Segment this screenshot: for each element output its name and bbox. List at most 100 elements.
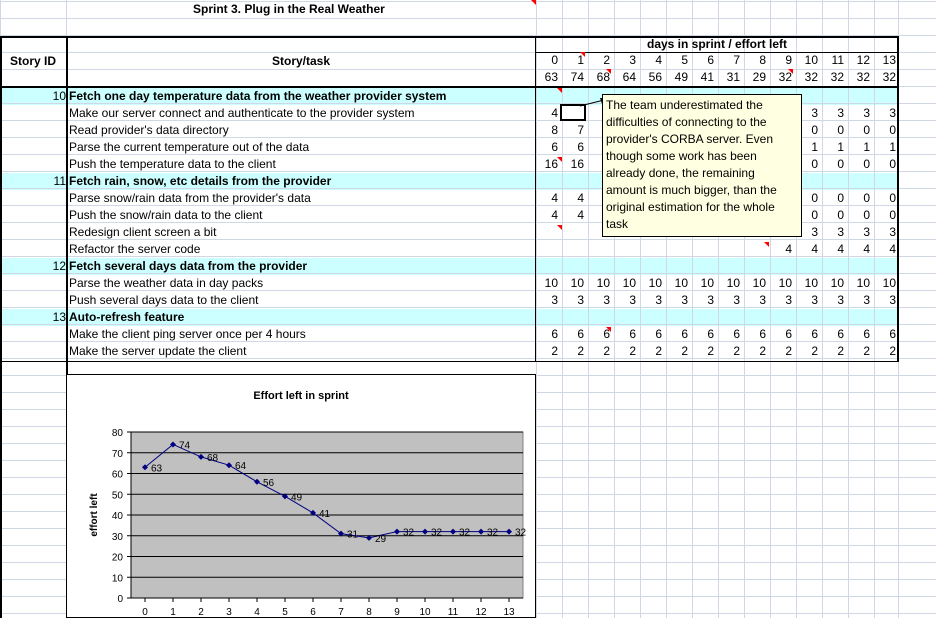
effort-cell[interactable]: 6 <box>744 326 766 343</box>
story-title[interactable]: Auto-refresh feature <box>69 309 184 326</box>
effort-cell[interactable]: 10 <box>536 275 558 292</box>
effort-cell[interactable]: 6 <box>562 139 584 156</box>
effort-cell[interactable]: 3 <box>874 105 896 122</box>
effort-cell[interactable]: 3 <box>770 292 792 309</box>
effort-cell[interactable]: 0 <box>822 190 844 207</box>
effort-cell[interactable]: 16 <box>562 156 584 173</box>
task-name[interactable]: Parse snow/rain data from the provider's… <box>69 190 311 207</box>
effort-cell[interactable]: 0 <box>848 190 870 207</box>
effort-cell[interactable]: 16 <box>536 156 558 173</box>
task-name[interactable]: Redesign client screen a bit <box>69 224 216 241</box>
effort-cell[interactable]: 3 <box>536 292 558 309</box>
effort-cell[interactable]: 2 <box>744 343 766 360</box>
effort-cell[interactable]: 10 <box>640 275 662 292</box>
effort-cell[interactable]: 6 <box>718 326 740 343</box>
effort-cell[interactable]: 4 <box>536 105 558 122</box>
effort-cell[interactable]: 4 <box>562 207 584 224</box>
effort-cell[interactable]: 10 <box>874 275 896 292</box>
effort-cell[interactable]: 7 <box>562 122 584 139</box>
effort-cell[interactable]: 10 <box>692 275 714 292</box>
effort-cell[interactable]: 2 <box>562 343 584 360</box>
story-title[interactable]: Fetch one day temperature data from the … <box>69 88 446 105</box>
effort-cell[interactable]: 6 <box>822 326 844 343</box>
effort-cell[interactable]: 10 <box>614 275 636 292</box>
effort-cell[interactable]: 2 <box>822 343 844 360</box>
effort-cell[interactable]: 6 <box>640 326 662 343</box>
effort-cell[interactable]: 4 <box>536 207 558 224</box>
effort-cell[interactable]: 2 <box>588 343 610 360</box>
effort-cell[interactable]: 4 <box>848 241 870 258</box>
story-id[interactable]: 13 <box>2 309 66 326</box>
effort-cell[interactable]: 4 <box>562 190 584 207</box>
effort-cell[interactable]: 6 <box>796 326 818 343</box>
effort-cell[interactable]: 4 <box>770 241 792 258</box>
effort-cell[interactable]: 0 <box>874 207 896 224</box>
effort-cell[interactable]: 4 <box>536 190 558 207</box>
effort-cell[interactable]: 6 <box>536 326 558 343</box>
effort-cell[interactable]: 2 <box>718 343 740 360</box>
effort-cell[interactable]: 2 <box>640 343 662 360</box>
story-id[interactable]: 10 <box>2 88 66 105</box>
effort-cell[interactable]: 3 <box>562 292 584 309</box>
effort-cell[interactable]: 10 <box>666 275 688 292</box>
story-id[interactable]: 12 <box>2 258 66 275</box>
effort-cell[interactable]: 0 <box>874 190 896 207</box>
effort-cell[interactable]: 4 <box>822 241 844 258</box>
effort-cell[interactable]: 6 <box>848 326 870 343</box>
effort-cell[interactable]: 10 <box>588 275 610 292</box>
task-name[interactable]: Push the temperature data to the client <box>69 156 276 173</box>
effort-cell[interactable]: 2 <box>536 343 558 360</box>
story-title[interactable]: Fetch rain, snow, etc details from the p… <box>69 173 331 190</box>
effort-cell[interactable]: 4 <box>874 241 896 258</box>
effort-cell[interactable]: 3 <box>874 292 896 309</box>
task-name[interactable]: Push the snow/rain data to the client <box>69 207 262 224</box>
effort-cell[interactable]: 2 <box>666 343 688 360</box>
effort-cell[interactable]: 10 <box>796 275 818 292</box>
task-name[interactable]: Parse the current temperature out of the… <box>69 139 309 156</box>
story-title[interactable]: Fetch several days data from the provide… <box>69 258 307 275</box>
effort-cell[interactable]: 6 <box>770 326 792 343</box>
effort-cell[interactable]: 0 <box>848 156 870 173</box>
effort-cell[interactable]: 3 <box>822 292 844 309</box>
effort-chart[interactable]: Effort left in sprint 0 10 20 30 40 50 60 70 80 0 1… <box>66 374 536 618</box>
effort-cell[interactable]: 3 <box>666 292 688 309</box>
effort-cell[interactable]: 0 <box>848 207 870 224</box>
effort-cell[interactable]: 0 <box>874 122 896 139</box>
task-name[interactable]: Parse the weather data in day packs <box>69 275 263 292</box>
effort-cell[interactable]: 0 <box>822 122 844 139</box>
effort-cell[interactable]: 8 <box>536 122 558 139</box>
effort-cell[interactable]: 3 <box>848 105 870 122</box>
effort-cell[interactable]: 3 <box>718 292 740 309</box>
task-name[interactable]: Push several days data to the client <box>69 292 258 309</box>
task-name[interactable]: Make the client ping server once per 4 h… <box>69 326 306 343</box>
effort-cell[interactable]: 3 <box>744 292 766 309</box>
effort-cell[interactable]: 4 <box>796 241 818 258</box>
effort-cell[interactable]: 3 <box>874 224 896 241</box>
effort-cell[interactable]: 1 <box>848 139 870 156</box>
effort-cell[interactable]: 1 <box>874 139 896 156</box>
effort-cell[interactable]: 0 <box>874 156 896 173</box>
effort-cell[interactable]: 2 <box>614 343 636 360</box>
effort-cell[interactable]: 6 <box>536 139 558 156</box>
effort-cell[interactable]: 6 <box>614 326 636 343</box>
effort-cell[interactable]: 3 <box>848 292 870 309</box>
cell-comment[interactable]: The team underestimated the difficulties… <box>602 94 802 237</box>
effort-cell[interactable]: 6 <box>692 326 714 343</box>
effort-cell[interactable]: 0 <box>822 156 844 173</box>
task-name[interactable]: Make our server connect and authenticate… <box>69 105 415 122</box>
effort-cell[interactable]: 6 <box>666 326 688 343</box>
effort-cell[interactable]: 0 <box>822 207 844 224</box>
effort-cell[interactable]: 1 <box>822 139 844 156</box>
effort-cell[interactable]: 2 <box>874 343 896 360</box>
effort-cell[interactable]: 10 <box>562 275 584 292</box>
effort-cell[interactable]: 10 <box>770 275 792 292</box>
effort-cell[interactable]: 2 <box>848 343 870 360</box>
effort-cell[interactable]: 2 <box>796 343 818 360</box>
effort-cell[interactable]: 10 <box>718 275 740 292</box>
effort-cell[interactable]: 3 <box>640 292 662 309</box>
effort-cell[interactable]: 6 <box>874 326 896 343</box>
effort-cell[interactable]: 2 <box>692 343 714 360</box>
effort-cell[interactable]: 3 <box>822 105 844 122</box>
effort-cell[interactable]: 3 <box>588 292 610 309</box>
task-name[interactable]: Make the server update the client <box>69 343 246 360</box>
